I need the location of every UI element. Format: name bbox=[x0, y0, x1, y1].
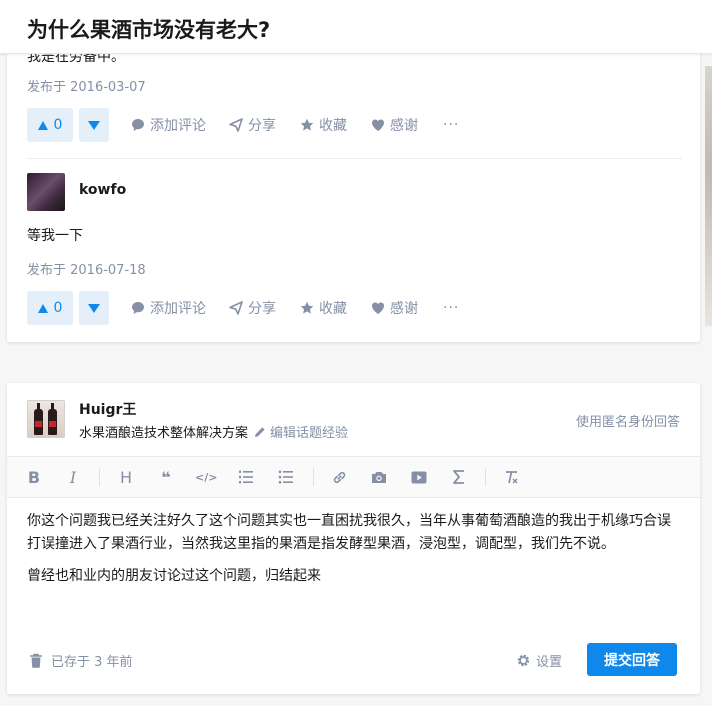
more-button[interactable]: ··· bbox=[443, 108, 459, 142]
video-icon bbox=[411, 471, 427, 483]
draft-status: 已存于 3 年前 bbox=[29, 651, 133, 670]
downvote-icon bbox=[88, 120, 100, 130]
avatar[interactable] bbox=[27, 400, 65, 438]
clear-format-button[interactable] bbox=[500, 466, 522, 488]
submit-answer-button[interactable]: 提交回答 bbox=[587, 643, 677, 676]
code-button[interactable]: </> bbox=[195, 466, 217, 488]
heading-button[interactable]: H bbox=[115, 466, 137, 488]
comment-icon bbox=[132, 302, 144, 314]
thanks-label: 感谢 bbox=[390, 118, 418, 134]
downvote-icon bbox=[88, 303, 100, 313]
anonymous-answer-link[interactable]: 使用匿名身份回答 bbox=[576, 411, 680, 430]
italic-button[interactable]: I bbox=[62, 466, 84, 488]
author-headline-row: 水果酒酿造技术整体解决方案 编辑话题经验 bbox=[79, 422, 348, 441]
trash-icon[interactable] bbox=[29, 653, 43, 669]
sigma-icon bbox=[453, 470, 464, 484]
heart-icon bbox=[372, 302, 384, 314]
ordered-list-button[interactable] bbox=[235, 466, 257, 488]
favorite-label: 收藏 bbox=[319, 118, 347, 134]
share-icon bbox=[229, 118, 243, 132]
share-button[interactable]: 分享 bbox=[229, 108, 276, 142]
add-comment-label: 添加评论 bbox=[150, 301, 206, 317]
formula-button[interactable] bbox=[448, 466, 470, 488]
author-name[interactable]: kowfo bbox=[79, 182, 126, 198]
bottle-image bbox=[48, 403, 57, 435]
camera-icon bbox=[372, 472, 386, 483]
thanks-label: 感谢 bbox=[390, 301, 418, 317]
more-button[interactable]: ··· bbox=[443, 291, 459, 325]
toolbar-divider bbox=[313, 468, 314, 486]
unordered-list-button[interactable] bbox=[275, 466, 297, 488]
downvote-button[interactable] bbox=[79, 108, 109, 142]
favorite-label: 收藏 bbox=[319, 301, 347, 317]
background-image-edge bbox=[705, 66, 712, 326]
link-icon bbox=[333, 471, 345, 483]
toolbar-divider bbox=[99, 468, 100, 486]
editor-paragraph: 你这个问题我已经关注好久了这个问题其实也一直困扰我很久，当年从事葡萄酒酿造的我出… bbox=[27, 513, 671, 552]
ordered-list-icon bbox=[239, 470, 253, 484]
question-title: 为什么果酒市场没有老大? bbox=[27, 18, 271, 42]
add-comment-button[interactable]: 添加评论 bbox=[131, 291, 206, 325]
answer-content: 等我一下 bbox=[27, 228, 83, 244]
upvote-count: 0 bbox=[53, 117, 63, 133]
author-name[interactable]: Huigr王 bbox=[79, 399, 136, 419]
upvote-count: 0 bbox=[53, 300, 63, 316]
answer-divider bbox=[27, 158, 682, 159]
edit-topic-experience-label: 编辑话题经验 bbox=[270, 426, 349, 441]
add-comment-button[interactable]: 添加评论 bbox=[131, 108, 206, 142]
bottle-image bbox=[34, 403, 43, 435]
question-header: 为什么果酒市场没有老大? bbox=[0, 0, 712, 54]
star-icon bbox=[300, 301, 314, 314]
pencil-icon bbox=[255, 426, 265, 437]
favorite-button[interactable]: 收藏 bbox=[300, 291, 347, 325]
add-comment-label: 添加评论 bbox=[150, 118, 206, 134]
quote-button[interactable]: ❝ bbox=[155, 466, 177, 488]
clear-format-icon bbox=[505, 470, 518, 484]
video-button[interactable] bbox=[408, 466, 430, 488]
answer-actions: 0 添加评论 分享 收藏 感谢 ··· bbox=[27, 108, 677, 142]
editor-toolbar: B I H ❝ </> bbox=[7, 456, 700, 498]
downvote-button[interactable] bbox=[79, 291, 109, 325]
upvote-icon bbox=[37, 303, 48, 313]
bold-button[interactable]: B bbox=[23, 466, 45, 488]
heart-icon bbox=[372, 119, 384, 131]
edit-topic-experience-link[interactable]: 编辑话题经验 bbox=[254, 422, 348, 441]
avatar[interactable] bbox=[27, 173, 65, 211]
settings-button[interactable]: 设置 bbox=[516, 651, 562, 670]
unordered-list-icon bbox=[278, 470, 293, 484]
answer-editor[interactable]: 你这个问题我已经关注好久了这个问题其实也一直困扰我很久，当年从事葡萄酒酿造的我出… bbox=[27, 510, 682, 597]
upvote-button[interactable]: 0 bbox=[27, 108, 73, 142]
upvote-icon bbox=[37, 120, 48, 130]
answer-actions: 0 添加评论 分享 收藏 感谢 ··· bbox=[27, 291, 677, 325]
star-icon bbox=[300, 118, 314, 131]
thanks-button[interactable]: 感谢 bbox=[371, 291, 418, 325]
link-button[interactable] bbox=[328, 466, 350, 488]
comment-icon bbox=[132, 119, 144, 131]
share-icon bbox=[229, 301, 243, 315]
editor-paragraph: 曾经也和业内的朋友讨论过这个问题，归结起来 bbox=[27, 568, 321, 584]
share-label: 分享 bbox=[248, 301, 276, 317]
upvote-button[interactable]: 0 bbox=[27, 291, 73, 325]
author-headline: 水果酒酿造技术整体解决方案 bbox=[79, 426, 249, 441]
share-button[interactable]: 分享 bbox=[229, 291, 276, 325]
answer-date[interactable]: 发布于 2016-03-07 bbox=[27, 76, 146, 95]
favorite-button[interactable]: 收藏 bbox=[300, 108, 347, 142]
thanks-button[interactable]: 感谢 bbox=[371, 108, 418, 142]
answer-composer: Huigr王 水果酒酿造技术整体解决方案 编辑话题经验 使用匿名身份回答 B I… bbox=[7, 383, 700, 694]
draft-status-label: 已存于 3 年前 bbox=[51, 655, 133, 670]
share-label: 分享 bbox=[248, 118, 276, 134]
answer-date[interactable]: 发布于 2016-07-18 bbox=[27, 259, 146, 278]
toolbar-divider bbox=[485, 468, 486, 486]
settings-label: 设置 bbox=[536, 655, 563, 670]
answer-list-card: 我是在劳备中。 发布于 2016-03-07 0 添加评论 分享 收藏 感谢 ·… bbox=[7, 30, 700, 342]
image-button[interactable] bbox=[368, 466, 390, 488]
gear-icon bbox=[517, 654, 530, 667]
